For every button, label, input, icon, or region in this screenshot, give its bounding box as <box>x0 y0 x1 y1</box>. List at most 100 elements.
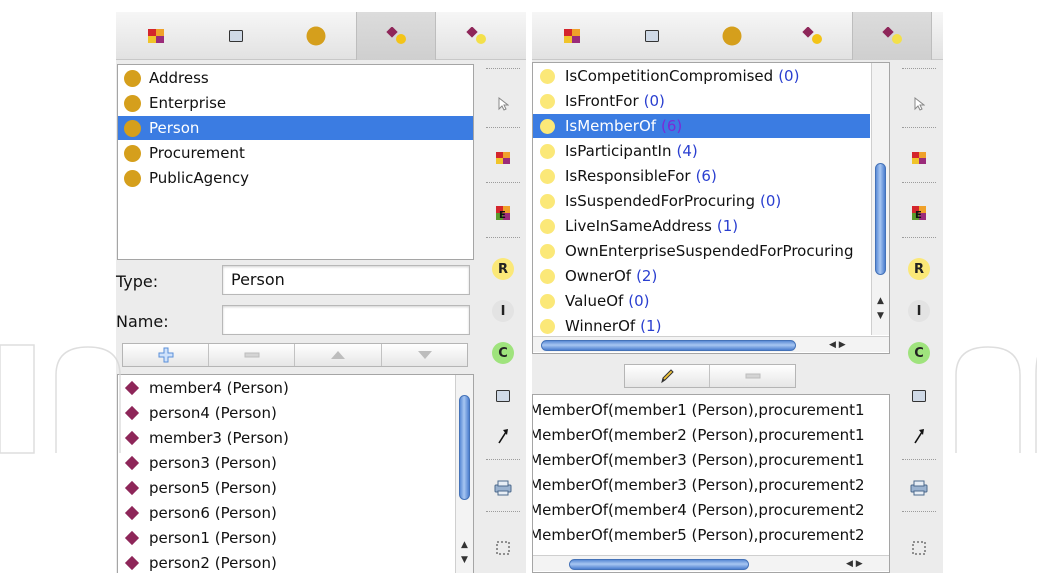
tab-concepts[interactable] <box>116 12 196 60</box>
tab-relation[interactable] <box>852 12 932 60</box>
relation-item[interactable]: ValueOf (0) <box>533 289 650 313</box>
individuals-list[interactable]: member4 (Person) person4 (Person) member… <box>117 374 474 573</box>
pointer-icon <box>498 97 509 111</box>
concepts-tool-button[interactable] <box>905 144 933 172</box>
class-item-enterprise[interactable]: Enterprise <box>118 91 473 115</box>
select-tool-button[interactable] <box>905 90 933 118</box>
c-tool-button[interactable]: C <box>489 339 517 367</box>
class-item-person[interactable]: Person <box>118 116 473 140</box>
individual-item[interactable]: person2 (Person) <box>118 551 277 573</box>
relation-label: OwnerOf <box>565 267 632 285</box>
scroll-left-arrow[interactable]: ◀ ▶ <box>846 559 863 569</box>
save-tool-button[interactable] <box>905 474 933 502</box>
relation-hscrollbar[interactable]: ◀ ▶ <box>533 336 889 352</box>
instance-tool-button[interactable] <box>489 382 517 410</box>
name-input[interactable] <box>222 305 470 335</box>
relation-item[interactable]: IsParticipantIn (4) <box>533 139 698 163</box>
concepts-icon <box>496 152 510 164</box>
concepts-tool-button[interactable] <box>489 144 517 172</box>
scrollbar-thumb[interactable] <box>875 163 886 275</box>
letter-i-icon: I <box>908 300 930 322</box>
move-up-button[interactable] <box>295 344 382 366</box>
relation-item[interactable]: IsCompetitionCompromised (0) <box>533 64 799 88</box>
r-tool-button[interactable]: R <box>489 255 517 283</box>
relation-item[interactable]: OwnEnterpriseSuspendedForProcuring <box>533 239 858 263</box>
individual-item[interactable]: member3 (Person) <box>118 426 289 450</box>
tab-relation[interactable] <box>436 12 516 60</box>
select-tool-button[interactable] <box>489 90 517 118</box>
relation-label: ValueOf <box>565 292 624 310</box>
r-tool-button[interactable]: R <box>905 255 933 283</box>
link-tool-button[interactable] <box>905 422 933 450</box>
fact-item[interactable]: IsMemberOf(member4 (Person),procurement2 <box>533 498 865 523</box>
letter-i-icon: I <box>492 300 514 322</box>
tab-instance[interactable] <box>612 12 692 60</box>
move-down-button[interactable] <box>382 344 467 366</box>
relation-item[interactable]: WinnerOf (1) <box>533 314 661 338</box>
arrow-icon <box>914 429 924 444</box>
instance-tool-button[interactable] <box>905 382 933 410</box>
link-tool-button[interactable] <box>489 422 517 450</box>
marquee-tool-button[interactable] <box>489 534 517 562</box>
tab-class[interactable] <box>276 12 356 60</box>
relation-item[interactable]: IsSuspendedForProcuring (0) <box>533 189 781 213</box>
facts-list[interactable]: IsMemberOf(member1 (Person),procurement1… <box>532 394 890 573</box>
remove-button[interactable] <box>710 365 795 387</box>
relation-item[interactable]: IsResponsibleFor (6) <box>533 164 717 188</box>
scrollbar-thumb[interactable] <box>459 395 470 500</box>
individual-label: person5 (Person) <box>149 479 277 497</box>
marquee-tool-button[interactable] <box>905 534 933 562</box>
edit-button[interactable] <box>625 365 710 387</box>
fact-item[interactable]: IsMemberOf(member3 (Person),procurement1 <box>533 448 865 473</box>
relation-count: (0) <box>778 67 800 85</box>
i-tool-button[interactable]: I <box>905 297 933 325</box>
individual-item[interactable]: person3 (Person) <box>118 451 277 475</box>
class-item-procurement[interactable]: Procurement <box>118 141 473 165</box>
class-icon <box>124 69 141 87</box>
tab-individuals[interactable] <box>356 12 436 60</box>
individual-item[interactable]: person1 (Person) <box>118 526 277 550</box>
class-list[interactable]: Address Enterprise Person Procurement Pu… <box>117 64 474 260</box>
relation-item[interactable]: IsFrontFor (0) <box>533 89 665 113</box>
add-concept-tool-button[interactable]: E <box>905 199 933 227</box>
fact-item[interactable]: IsMemberOf(member3 (Person),procurement2 <box>533 473 865 498</box>
i-tool-button[interactable]: I <box>489 297 517 325</box>
add-button[interactable] <box>123 344 209 366</box>
relation-item[interactable]: LiveInSameAddress (1) <box>533 214 738 238</box>
facts-hscrollbar[interactable]: ◀ ▶ <box>533 555 889 571</box>
save-tool-button[interactable] <box>489 474 517 502</box>
tab-instance[interactable] <box>196 12 276 60</box>
scroll-up-arrow[interactable]: ▲ <box>877 296 884 306</box>
add-concept-tool-button[interactable]: E <box>489 199 517 227</box>
class-item-publicagency[interactable]: PublicAgency <box>118 166 473 190</box>
relation-list[interactable]: IsCompetitionCompromised (0) IsFrontFor (0… <box>532 62 890 354</box>
relation-label: LiveInSameAddress <box>565 217 712 235</box>
scroll-up-arrow[interactable]: ▲ <box>461 540 468 550</box>
individuals-scrollbar[interactable]: ▲ ▼ <box>455 375 473 573</box>
tab-individuals[interactable] <box>772 12 852 60</box>
relation-vscrollbar[interactable]: ▲ ▼ <box>871 63 889 335</box>
relation-label: IsResponsibleFor <box>565 167 691 185</box>
individual-item[interactable]: person5 (Person) <box>118 476 277 500</box>
relation-count: (1) <box>640 317 662 335</box>
add-concept-icon: E <box>912 206 926 220</box>
tab-class[interactable] <box>692 12 772 60</box>
relation-item[interactable]: IsMemberOf (6) <box>533 114 870 138</box>
fact-item[interactable]: IsMemberOf(member2 (Person),procurement1 <box>533 423 865 448</box>
class-item-address[interactable]: Address <box>118 66 473 90</box>
scroll-down-arrow[interactable]: ▼ <box>877 311 884 321</box>
individual-item[interactable]: person6 (Person) <box>118 501 277 525</box>
relation-item[interactable]: OwnerOf (2) <box>533 264 657 288</box>
scrollbar-thumb[interactable] <box>569 559 749 570</box>
individual-item[interactable]: person4 (Person) <box>118 401 277 425</box>
tab-concepts[interactable] <box>532 12 612 60</box>
individual-item[interactable]: member4 (Person) <box>118 376 289 400</box>
fact-item[interactable]: IsMemberOf(member5 (Person),procurement2 <box>533 523 865 548</box>
scroll-left-arrow[interactable]: ◀ ▶ <box>829 340 846 350</box>
c-tool-button[interactable]: C <box>905 339 933 367</box>
fact-item[interactable]: IsMemberOf(member1 (Person),procurement1 <box>533 398 865 423</box>
scroll-down-arrow[interactable]: ▼ <box>461 555 468 565</box>
remove-button[interactable] <box>209 344 295 366</box>
scrollbar-thumb[interactable] <box>541 340 796 351</box>
printer-icon <box>910 480 928 496</box>
